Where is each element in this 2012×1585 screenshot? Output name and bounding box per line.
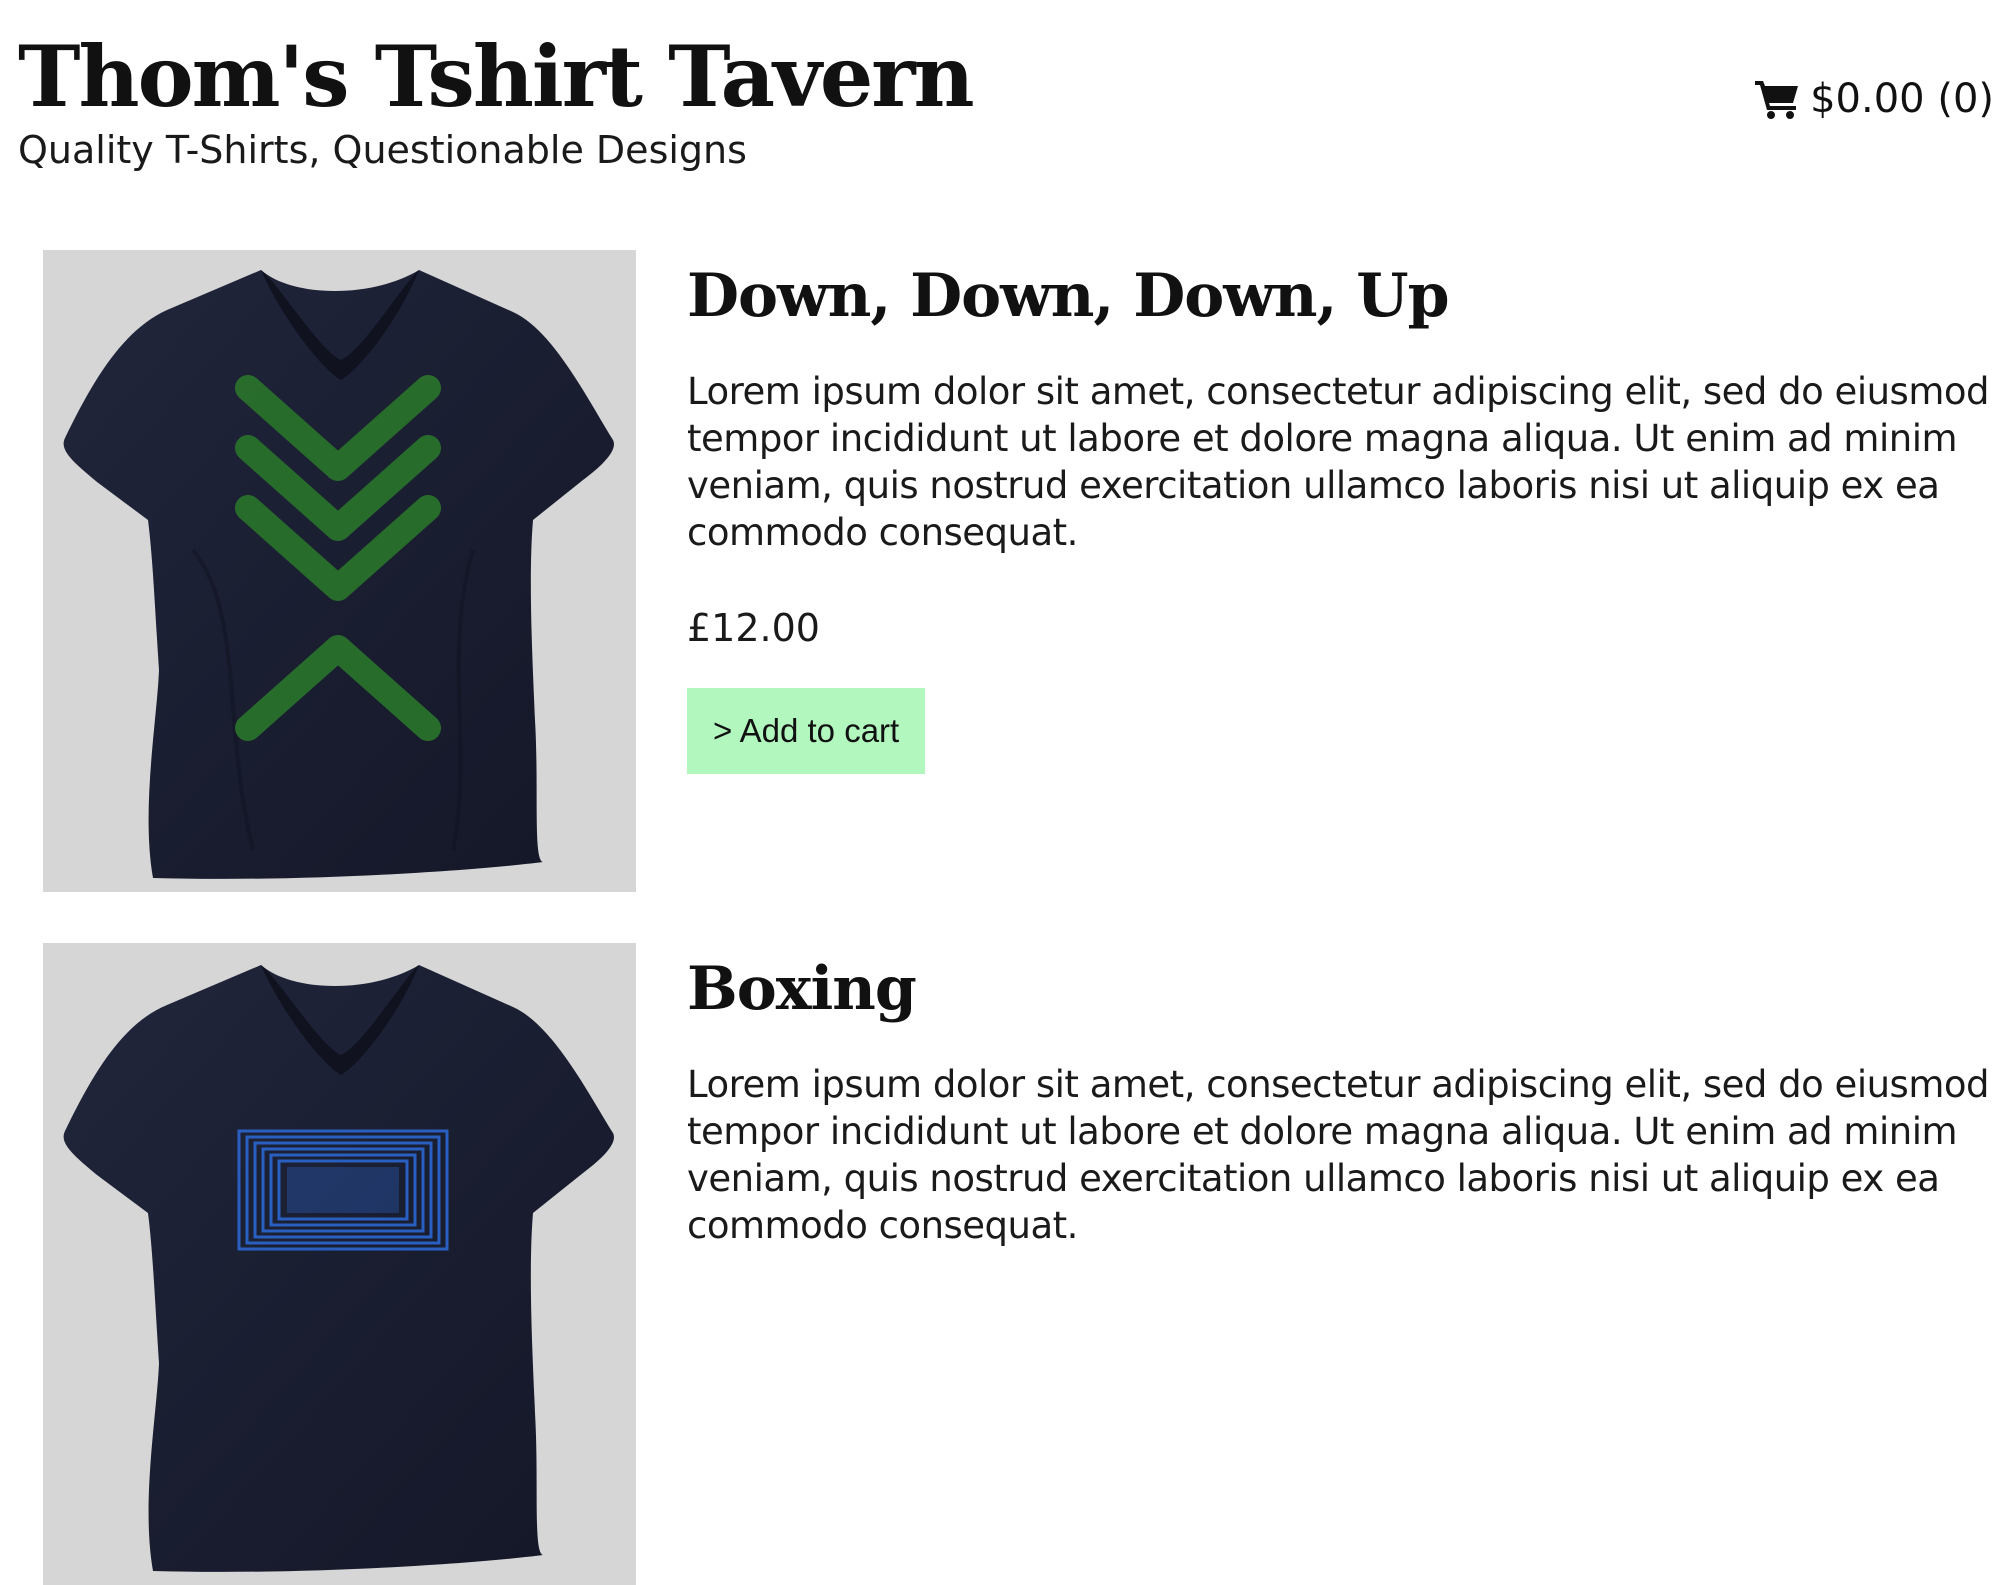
tshirt-chevrons-image: [43, 250, 636, 892]
site-tagline: Quality T-Shirts, Questionable Designs: [18, 128, 747, 172]
product-description: Lorem ipsum dolor sit amet, consectetur …: [687, 370, 1990, 554]
add-to-cart-button[interactable]: > Add to cart: [687, 688, 926, 774]
site-header: Thom's Tshirt Tavern Quality T-Shirts, Q…: [18, 22, 1994, 182]
product-description: Lorem ipsum dolor sit amet, consectetur …: [687, 1063, 1990, 1247]
cart-total[interactable]: $0.00 (0): [1810, 74, 1994, 124]
site-title[interactable]: Thom's Tshirt Tavern: [18, 22, 975, 132]
product-image[interactable]: [43, 943, 636, 1585]
tshirt-boxes-image: [43, 943, 636, 1585]
cart-summary[interactable]: $0.00 (0): [1754, 74, 1994, 124]
product-name[interactable]: Down, Down, Down, Up: [687, 256, 1450, 336]
product-price: £12.00: [687, 606, 820, 650]
product-image[interactable]: [43, 250, 636, 892]
shopping-cart-icon[interactable]: [1754, 78, 1800, 120]
product-name[interactable]: Boxing: [687, 949, 917, 1029]
